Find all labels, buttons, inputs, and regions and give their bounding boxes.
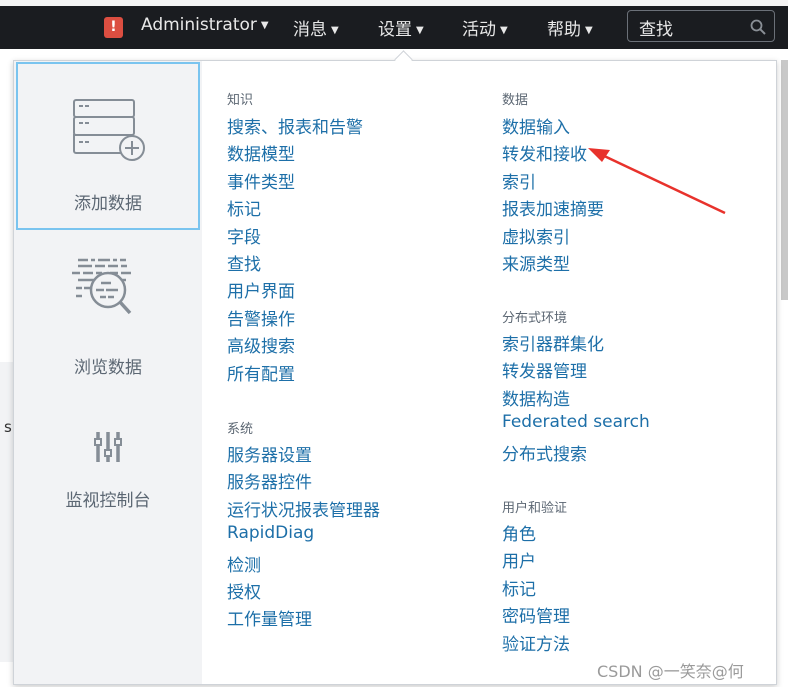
watermark: CSDN @一笑奈@何 [597, 662, 744, 681]
annotation-arrow [588, 148, 726, 215]
